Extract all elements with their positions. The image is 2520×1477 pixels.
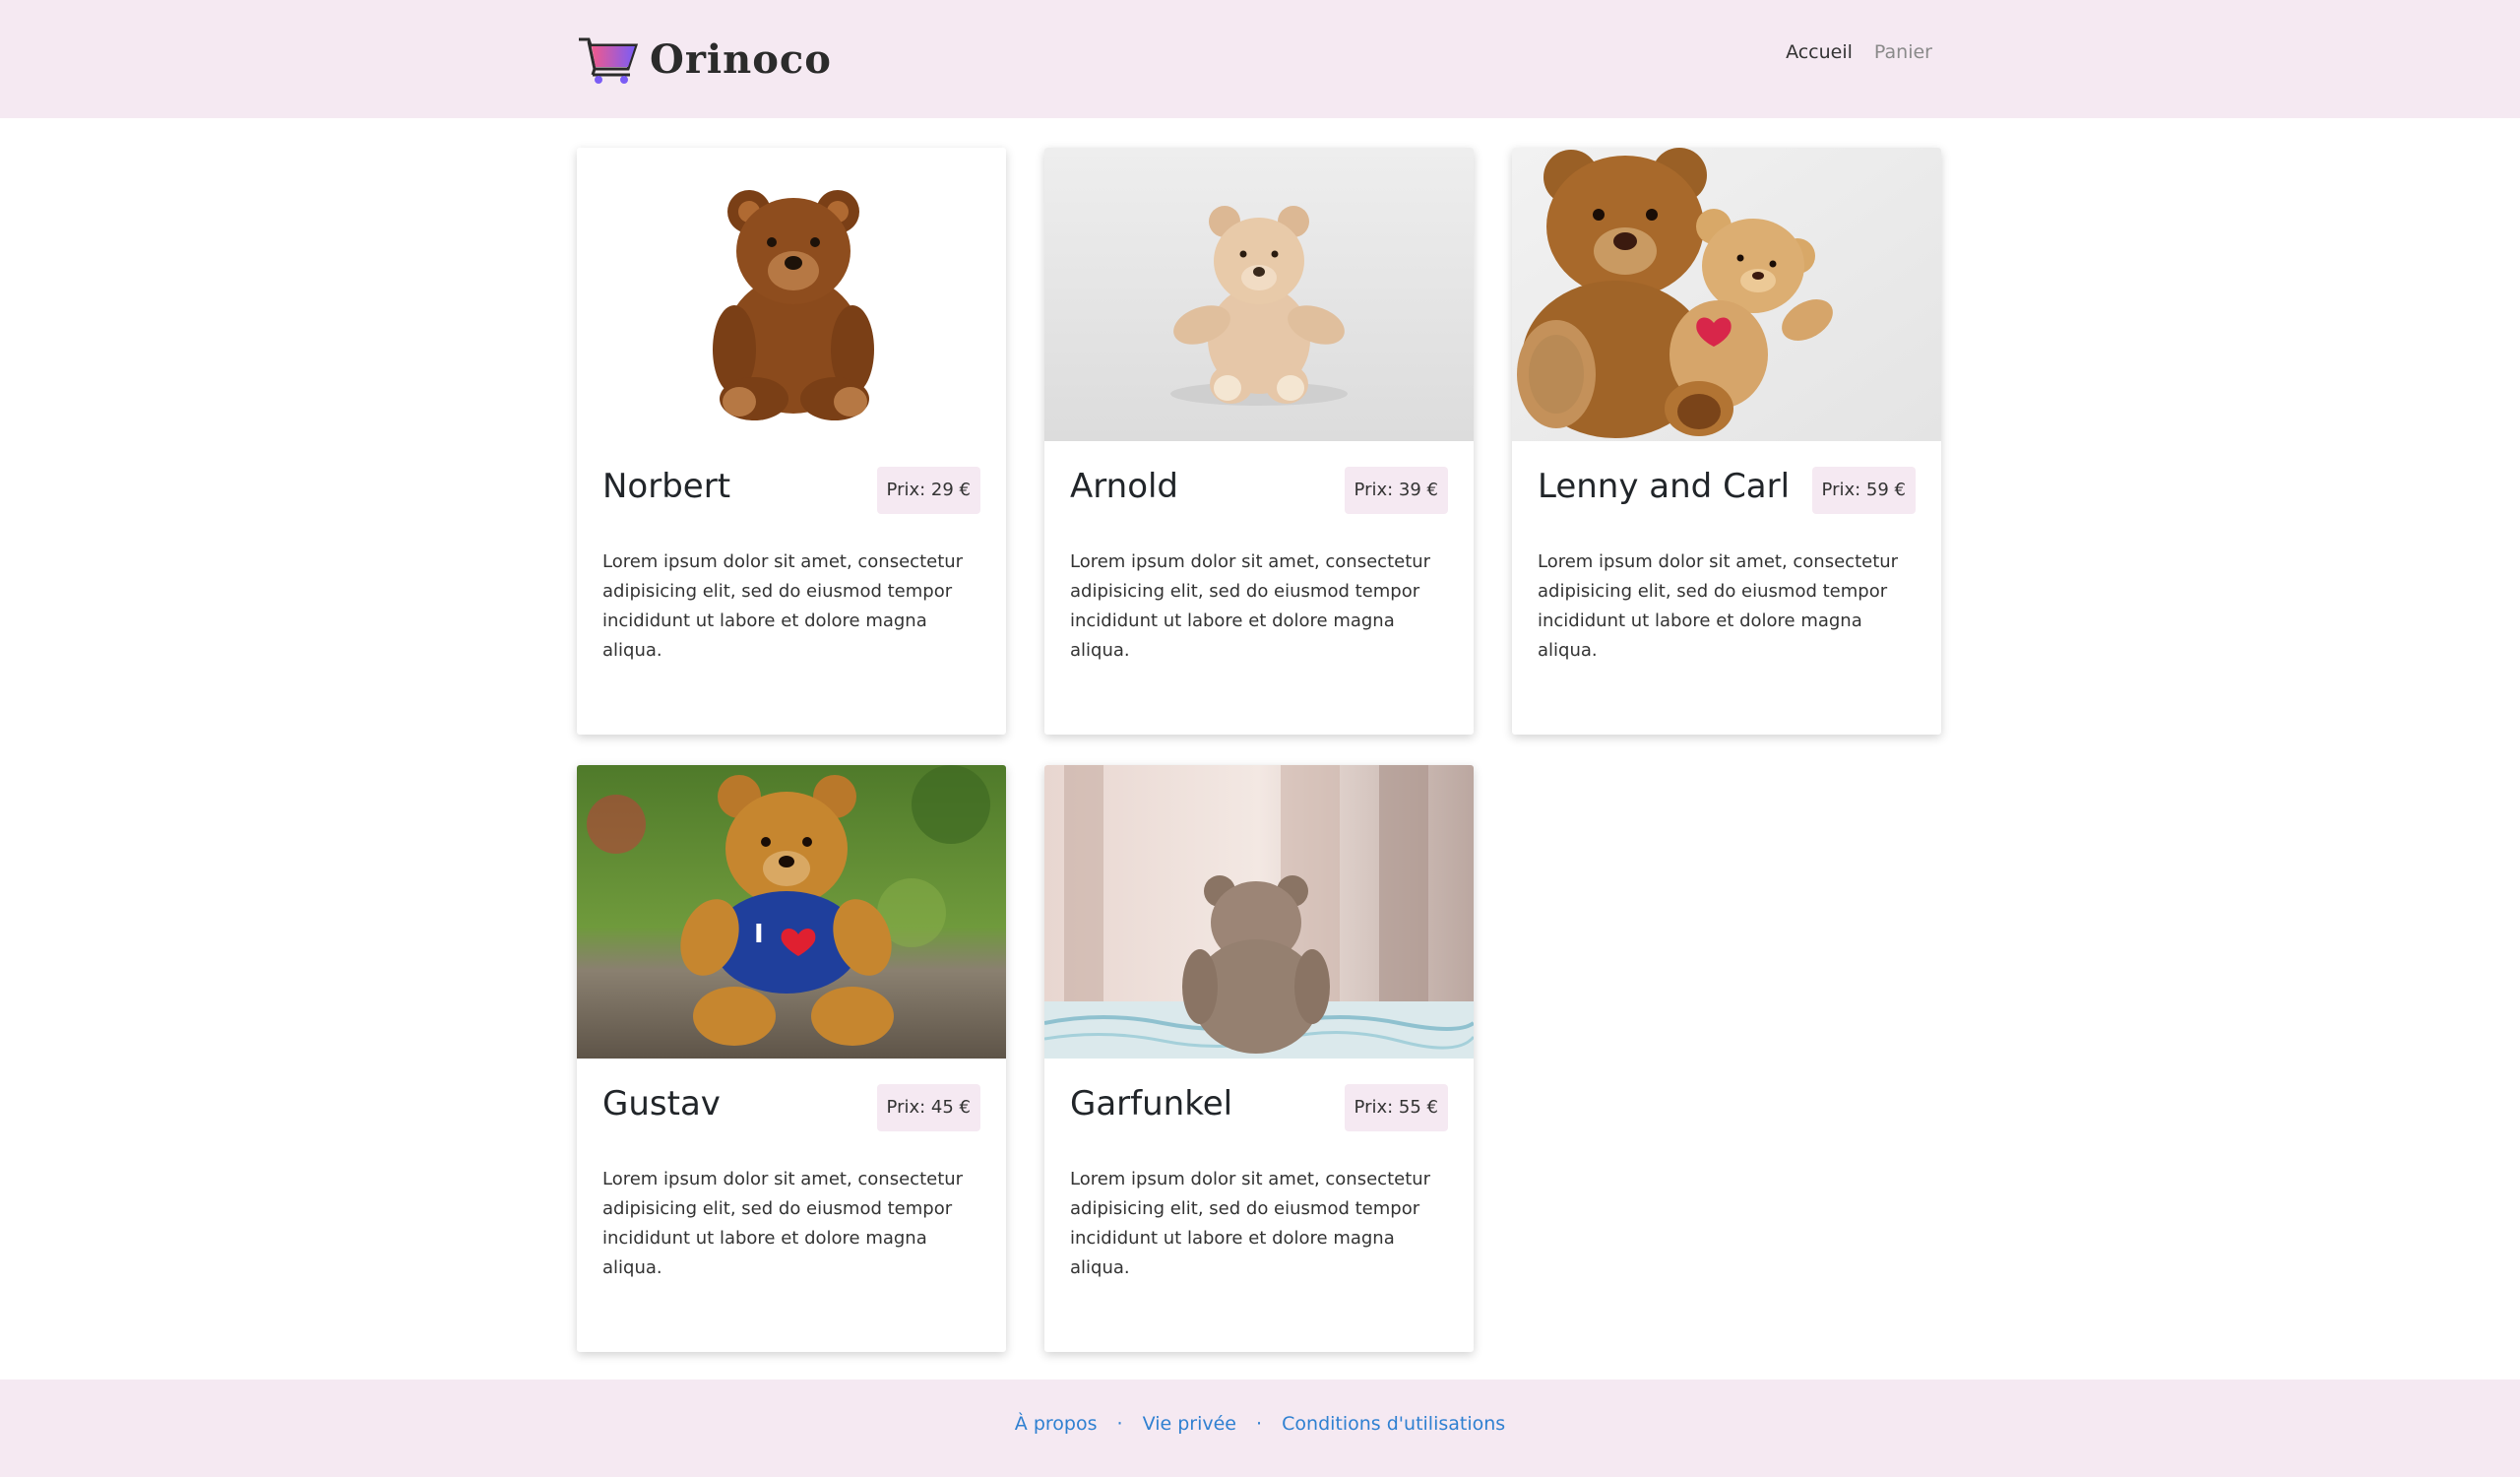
brand-logo-link[interactable]: Orinoco <box>577 30 832 89</box>
nav-link-accueil[interactable]: Accueil <box>1786 41 1853 63</box>
navbar-container: Orinoco Accueil Panier <box>577 0 1945 118</box>
footer: À propos · Vie privée · Conditions d'uti… <box>0 1380 2520 1477</box>
product-description: Lorem ipsum dolor sit amet, consectetur … <box>602 551 964 661</box>
product-image-lenny-and-carl[interactable] <box>1512 148 1941 441</box>
price-badge: Prix: 55 € <box>1344 1084 1448 1131</box>
svg-text:I: I <box>754 920 764 949</box>
product-card-norbert[interactable]: Norbert Prix: 29 € Lorem ipsum dolor sit… <box>577 148 1006 735</box>
product-image-garfunkel[interactable] <box>1044 765 1474 1059</box>
footer-links: À propos · Vie privée · Conditions d'uti… <box>0 1413 2520 1435</box>
product-image-arnold[interactable] <box>1044 148 1474 441</box>
brand-name: Orinoco <box>650 35 832 83</box>
footer-separator: · <box>1116 1413 1123 1435</box>
product-description: Lorem ipsum dolor sit amet, consectetur … <box>602 1169 964 1278</box>
nav-links: Accueil Panier <box>1786 41 1932 63</box>
price-badge: Prix: 39 € <box>1344 467 1448 514</box>
product-image-norbert[interactable] <box>577 148 1006 441</box>
product-name[interactable]: Arnold <box>1070 467 1178 506</box>
product-description: Lorem ipsum dolor sit amet, consectetur … <box>1070 551 1431 661</box>
product-description: Lorem ipsum dolor sit amet, consectetur … <box>1538 551 1899 661</box>
shopping-cart-icon <box>577 33 640 85</box>
footer-link-conditions[interactable]: Conditions d'utilisations <box>1282 1413 1505 1435</box>
product-name[interactable]: Lenny and Carl <box>1538 467 1790 506</box>
product-card-garfunkel[interactable]: Garfunkel Prix: 55 € Lorem ipsum dolor s… <box>1044 765 1474 1352</box>
footer-link-a-propos[interactable]: À propos <box>1015 1413 1098 1435</box>
product-description: Lorem ipsum dolor sit amet, consectetur … <box>1070 1169 1431 1278</box>
price-badge: Prix: 59 € <box>1811 467 1916 514</box>
product-card-arnold[interactable]: Arnold Prix: 39 € Lorem ipsum dolor sit … <box>1044 148 1474 735</box>
footer-separator: · <box>1256 1413 1263 1435</box>
product-name[interactable]: Garfunkel <box>1070 1084 1232 1124</box>
footer-link-vie-privee[interactable]: Vie privée <box>1143 1413 1236 1435</box>
nav-link-panier[interactable]: Panier <box>1874 41 1932 63</box>
teddy-bear-icon <box>713 190 874 420</box>
price-badge: Prix: 45 € <box>876 1084 980 1131</box>
navbar: Orinoco Accueil Panier <box>0 0 2520 118</box>
product-card-lenny-and-carl[interactable]: Lenny and Carl Prix: 59 € Lorem ipsum do… <box>1512 148 1941 735</box>
product-card-gustav[interactable]: I Gustav Prix: 45 € Lorem ipsum dolor si… <box>577 765 1006 1352</box>
product-name[interactable]: Gustav <box>602 1084 721 1124</box>
product-name[interactable]: Norbert <box>602 467 730 506</box>
price-badge: Prix: 29 € <box>876 467 980 514</box>
product-image-gustav[interactable]: I <box>577 765 1006 1059</box>
